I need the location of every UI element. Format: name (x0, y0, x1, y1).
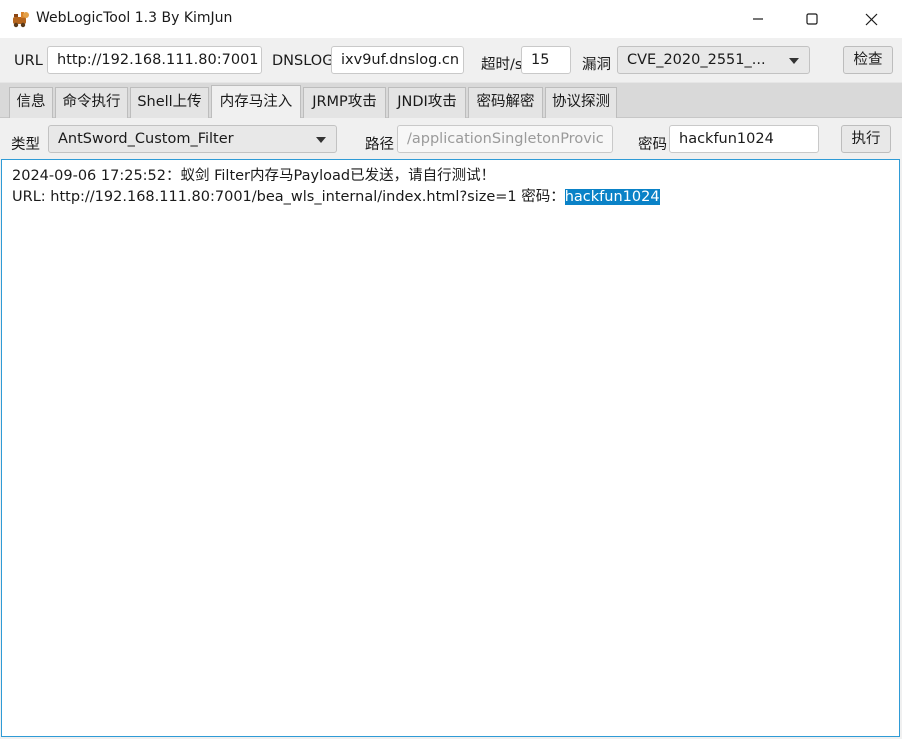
output-line: 2024-09-06 17:25:52：蚁剑 Filter内存马Payload已… (12, 168, 496, 184)
type-label: 类型 (11, 137, 40, 153)
tab-protocol-detect[interactable]: 协议探测 (545, 87, 617, 118)
tab-jrmp-attack[interactable]: JRMP攻击 (303, 87, 386, 118)
close-button[interactable] (841, 0, 901, 38)
execute-button[interactable]: 执行 (841, 125, 891, 153)
password-input[interactable]: hackfun1024 (669, 125, 819, 153)
url-label: URL (14, 53, 43, 69)
check-button[interactable]: 检查 (843, 46, 893, 74)
title-bar: WebLogicTool 1.3 By KimJun (0, 0, 902, 39)
chevron-down-icon (789, 58, 799, 64)
tab-password-decrypt[interactable]: 密码解密 (468, 87, 543, 118)
maximize-button[interactable] (782, 0, 842, 38)
path-label: 路径 (365, 137, 394, 153)
timeout-input[interactable]: 15 (521, 46, 571, 74)
tab-shell-upload[interactable]: Shell上传 (130, 87, 209, 118)
url-input[interactable]: http://192.168.111.80:7001 (47, 46, 262, 74)
maximize-icon (806, 13, 818, 25)
type-select-value: AntSword_Custom_Filter (58, 131, 234, 147)
tab-jndi-attack[interactable]: JNDI攻击 (388, 87, 466, 118)
output-line: URL: http://192.168.111.80:7001/bea_wls_… (12, 187, 889, 208)
tab-memshell-inject[interactable]: 内存马注入 (211, 85, 301, 119)
memshell-toolbar: 类型 AntSword_Custom_Filter 路径 /applicatio… (0, 118, 902, 160)
output-url-text: URL: http://192.168.111.80:7001/bea_wls_… (12, 189, 565, 205)
tab-bar: 信息 命令执行 Shell上传 内存马注入 JRMP攻击 JNDI攻击 密码解密… (0, 82, 902, 119)
selected-password-text: hackfun1024 (564, 189, 660, 205)
dnslog-label: DNSLOG (272, 53, 334, 69)
vuln-select[interactable]: CVE_2020_2551_... (617, 46, 810, 74)
window-title: WebLogicTool 1.3 By KimJun (36, 10, 233, 26)
chevron-down-icon (316, 137, 326, 143)
path-input[interactable]: /applicationSingletonProvic (397, 125, 613, 153)
app-window: WebLogicTool 1.3 By KimJun URL http://19… (0, 0, 902, 739)
vuln-label: 漏洞 (582, 57, 611, 73)
type-select[interactable]: AntSword_Custom_Filter (48, 125, 337, 153)
tab-command-exec[interactable]: 命令执行 (55, 87, 128, 118)
tab-info[interactable]: 信息 (9, 87, 53, 118)
password-label: 密码 (638, 137, 667, 153)
close-icon (865, 13, 877, 25)
app-logo-icon (13, 12, 29, 28)
vuln-select-value: CVE_2020_2551_... (627, 52, 766, 68)
timeout-label: 超时/s (481, 57, 521, 73)
output-textarea[interactable]: 2024-09-06 17:25:52：蚁剑 Filter内存马Payload已… (1, 159, 900, 737)
target-toolbar: URL http://192.168.111.80:7001 DNSLOG ix… (0, 38, 902, 82)
minimize-icon (753, 18, 763, 20)
dnslog-input[interactable]: ixv9uf.dnslog.cn (331, 46, 464, 74)
minimize-button[interactable] (728, 0, 788, 38)
